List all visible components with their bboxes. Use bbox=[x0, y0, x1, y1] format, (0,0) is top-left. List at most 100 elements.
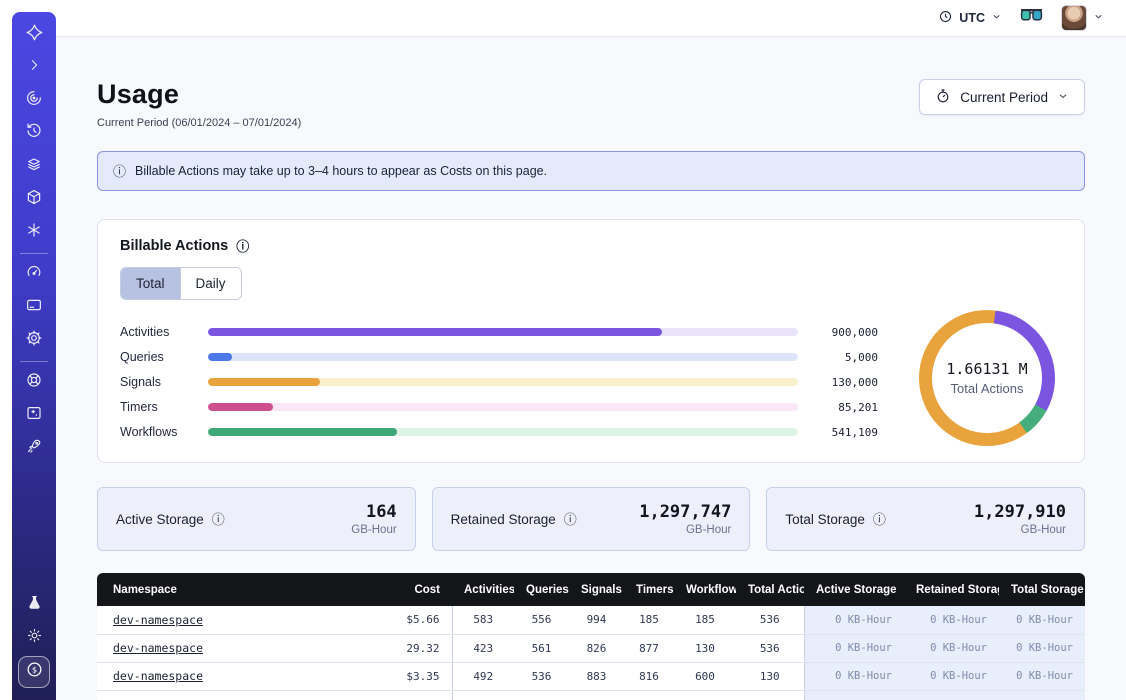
sidebar-item-rocket[interactable] bbox=[12, 432, 56, 465]
sidebar-item-gauge[interactable] bbox=[12, 258, 56, 291]
bar-fill bbox=[208, 353, 232, 361]
bar-label: Queries bbox=[120, 350, 200, 364]
info-icon[interactable]: ⓘ bbox=[212, 513, 225, 526]
column-header-signals: Signals bbox=[569, 573, 624, 606]
card-icon bbox=[25, 296, 43, 319]
cell-queries: 536 bbox=[514, 662, 569, 690]
sidebar-nav-rail: $ bbox=[12, 12, 56, 700]
cell-queries: 561 bbox=[514, 634, 569, 662]
bar-value: 5,000 bbox=[814, 351, 878, 364]
sidebar-item-asterisk[interactable] bbox=[12, 216, 56, 249]
billable-actions-title: Billable Actions bbox=[120, 238, 228, 254]
sidebar-item-gear[interactable] bbox=[12, 324, 56, 357]
cell-active-storage: 0 KB-Hour bbox=[804, 606, 904, 634]
feedback-glasses-button[interactable] bbox=[1020, 8, 1043, 28]
sidebar-item-chevron-right[interactable] bbox=[12, 51, 56, 84]
timezone-dropdown[interactable]: UTC bbox=[938, 9, 1002, 27]
total-actions-value: 1.66131 M bbox=[946, 360, 1027, 378]
page-title: Usage bbox=[97, 79, 301, 110]
period-selector-button[interactable]: Current Period bbox=[919, 79, 1085, 115]
cell-activities: 583 bbox=[452, 606, 514, 634]
gear-icon bbox=[25, 329, 43, 352]
bar-label: Timers bbox=[120, 400, 200, 414]
cell-total-actions: 130 bbox=[736, 662, 804, 690]
table-row: dev-namespace29.324235618268771305360 KB… bbox=[97, 634, 1085, 662]
cell-queries: 556 bbox=[514, 606, 569, 634]
namespace-usage-table: NamespaceCostActivitiesQueriesSignalsTim… bbox=[97, 573, 1085, 700]
bar-row-signals: Signals130,000 bbox=[120, 370, 878, 395]
cell-cost: 29.32 bbox=[347, 634, 452, 662]
cell-signals: 883 bbox=[569, 662, 624, 690]
bar-value: 541,109 bbox=[814, 426, 878, 439]
donut-center: 1.66131 M Total Actions bbox=[932, 323, 1042, 433]
clock-icon bbox=[938, 9, 953, 27]
total-actions-label: Total Actions bbox=[951, 381, 1024, 396]
sidebar-item-layers[interactable] bbox=[12, 150, 56, 183]
cell-cost: $3.35 bbox=[347, 662, 452, 690]
info-icon[interactable]: ⓘ bbox=[564, 513, 577, 526]
sidebar-item-card[interactable] bbox=[12, 291, 56, 324]
namespace-link[interactable]: dev-namespace bbox=[113, 641, 203, 655]
bar-label: Activities bbox=[120, 325, 200, 339]
cell-timers: 816 bbox=[624, 662, 674, 690]
cell-timers: 185 bbox=[624, 606, 674, 634]
storage-card-label: Total Storage bbox=[785, 512, 865, 527]
bar-track bbox=[208, 353, 798, 361]
bar-value: 900,000 bbox=[814, 326, 878, 339]
main-content: Usage Current Period (06/01/2024 – 07/01… bbox=[56, 37, 1126, 700]
sun-icon bbox=[26, 627, 43, 649]
info-banner-text: Billable Actions may take up to 3–4 hour… bbox=[135, 164, 547, 178]
storage-card-total-storage: Total Storageⓘ1,297,910GB-Hour bbox=[766, 487, 1085, 551]
bar-fill bbox=[208, 378, 320, 386]
cell-retained-storage: 0 KB-Hour bbox=[904, 634, 999, 662]
sidebar-item-sun[interactable] bbox=[12, 621, 56, 654]
billable-actions-tab-group: TotalDaily bbox=[120, 267, 242, 300]
cell-workflows: 185 bbox=[674, 606, 736, 634]
sidebar-item-spiral[interactable] bbox=[12, 84, 56, 117]
gauge-icon bbox=[25, 263, 43, 286]
chevron-down-icon bbox=[1057, 90, 1069, 105]
temporal-logo[interactable] bbox=[12, 18, 56, 51]
cell-total-storage: 0 KB-Hour bbox=[999, 662, 1085, 690]
user-menu[interactable] bbox=[1061, 5, 1104, 31]
tab-total[interactable]: Total bbox=[121, 268, 180, 299]
column-header-cost: Cost bbox=[347, 573, 452, 606]
cell-timers: 877 bbox=[624, 634, 674, 662]
column-header-retained-storage: Retained Storage bbox=[904, 573, 999, 606]
cell-total-actions: 536 bbox=[736, 606, 804, 634]
billable-actions-card: Billable Actions ⓘ TotalDaily Activities… bbox=[97, 219, 1085, 463]
sidebar-item-lifebuoy[interactable] bbox=[12, 366, 56, 399]
info-icon: ⓘ bbox=[113, 165, 126, 178]
tab-daily[interactable]: Daily bbox=[180, 268, 241, 299]
storage-card-active-storage: Active Storageⓘ164GB-Hour bbox=[97, 487, 416, 551]
namespace-link[interactable]: dev-namespace bbox=[113, 613, 203, 627]
lifebuoy-icon bbox=[25, 371, 43, 394]
info-icon[interactable]: ⓘ bbox=[873, 513, 886, 526]
bar-row-queries: Queries 5,000 bbox=[120, 345, 878, 370]
sidebar-item-usage-billing-active[interactable]: $ bbox=[18, 656, 50, 688]
user-avatar bbox=[1061, 5, 1087, 31]
namespace-link[interactable]: dev-namespace bbox=[113, 669, 203, 683]
column-header-active-storage: Active Storage bbox=[804, 573, 904, 606]
cube-icon bbox=[25, 188, 43, 211]
period-selector-label: Current Period bbox=[960, 90, 1048, 105]
cell-total-actions: 536 bbox=[736, 634, 804, 662]
sidebar-item-terminal[interactable] bbox=[12, 399, 56, 432]
actions-bar-chart: Activities 900,000 Queries 5,000 Signals130,… bbox=[120, 320, 878, 445]
namespace-usage-table-wrap: NamespaceCostActivitiesQueriesSignalsTim… bbox=[97, 573, 1085, 700]
sidebar-item-cube[interactable] bbox=[12, 183, 56, 216]
table-row: dev-namespace$3.354925368838166001300 KB… bbox=[97, 662, 1085, 690]
storage-card-value: 164 bbox=[351, 502, 396, 522]
cell-namespace: dev-namespace bbox=[97, 662, 347, 690]
sidebar-item-flask[interactable] bbox=[12, 588, 56, 621]
chevron-right-icon bbox=[26, 57, 42, 78]
storage-card-value: 1,297,747 bbox=[639, 502, 731, 522]
bar-row-activities: Activities 900,000 bbox=[120, 320, 878, 345]
storage-summary-row: Active Storageⓘ164GB-HourRetained Storag… bbox=[97, 487, 1085, 551]
sidebar-item-clock-arrow[interactable] bbox=[12, 117, 56, 150]
info-icon[interactable]: ⓘ bbox=[236, 240, 249, 253]
bar-track bbox=[208, 403, 798, 411]
cell-cost: $5.66 bbox=[347, 606, 452, 634]
cell-workflows: 600 bbox=[674, 662, 736, 690]
column-header-total-storage: Total Storage bbox=[999, 573, 1085, 606]
